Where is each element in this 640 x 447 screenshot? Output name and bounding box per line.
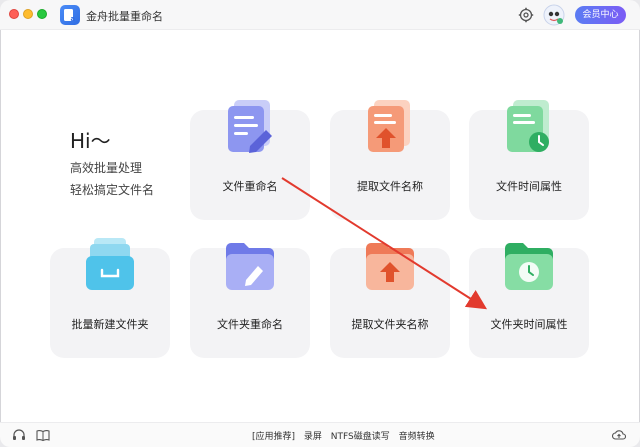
greeting-line-1: 高效批量处理 [70,161,143,175]
footer-recommend-label: [应用推荐] [252,432,296,442]
zoom-window-button[interactable] [37,9,47,19]
extract-foldername-icon [366,243,414,290]
footer-link-ntfs[interactable]: NTFS磁盘读写 [331,432,390,442]
file-time-icon [507,100,549,152]
folder-rename-icon [226,243,274,290]
footer-links: [应用推荐] 录屏 NTFS磁盘读写 音频转换 [252,429,441,442]
app-title: 金舟批量重命名 [86,10,163,23]
app-logo-icon: a [60,5,80,25]
title-bar: a 金舟批量重命名 会员中心 [0,0,640,30]
card-file-time[interactable]: 文件时间属性 [469,100,589,220]
footer-bar: [应用推荐] 录屏 NTFS磁盘读写 音频转换 [0,422,640,447]
folder-time-icon [505,243,553,290]
extract-filename-icon [368,100,410,152]
card-extract-filename[interactable]: 提取文件名称 [330,100,450,220]
annotation-arrow [281,177,488,310]
app-window: a 金舟批量重命名 会员中心 Hi～ 高效批量处理 轻松搞定文件名 文件重命名 … [0,0,640,447]
cloud-upload-icon[interactable] [612,428,626,442]
greeting-title: Hi～ [70,129,111,153]
card-label: 文件重命名 [222,180,278,193]
member-center-button[interactable]: 会员中心 [575,6,626,24]
footer-link-screen-record[interactable]: 录屏 [304,432,322,442]
card-label: 批量新建文件夹 [71,318,149,331]
card-folder-time[interactable]: 文件夹时间属性 [469,243,589,358]
file-rename-icon [228,100,272,153]
headset-icon[interactable] [12,428,26,442]
footer-link-audio-convert[interactable]: 音频转换 [399,432,435,442]
card-file-rename[interactable]: 文件重命名 [190,100,310,220]
card-extract-foldername[interactable]: 提取文件夹名称 [330,243,450,358]
card-label: 文件夹时间属性 [490,318,568,331]
card-label: 提取文件名称 [357,180,423,193]
close-window-button[interactable] [9,9,19,19]
greeting-line-2: 轻松搞定文件名 [70,183,155,197]
gear-icon[interactable] [518,7,534,23]
card-folder-rename[interactable]: 文件夹重命名 [190,243,310,358]
batch-new-folder-icon [86,238,134,290]
book-icon[interactable] [36,428,50,442]
card-label: 文件时间属性 [496,180,562,193]
user-avatar-icon[interactable] [543,4,565,26]
card-label: 文件夹重命名 [217,318,283,331]
card-batch-new-folder[interactable]: 批量新建文件夹 [50,238,170,358]
minimize-window-button[interactable] [23,9,33,19]
svg-text:a: a [71,15,76,23]
card-label: 提取文件夹名称 [351,318,429,331]
